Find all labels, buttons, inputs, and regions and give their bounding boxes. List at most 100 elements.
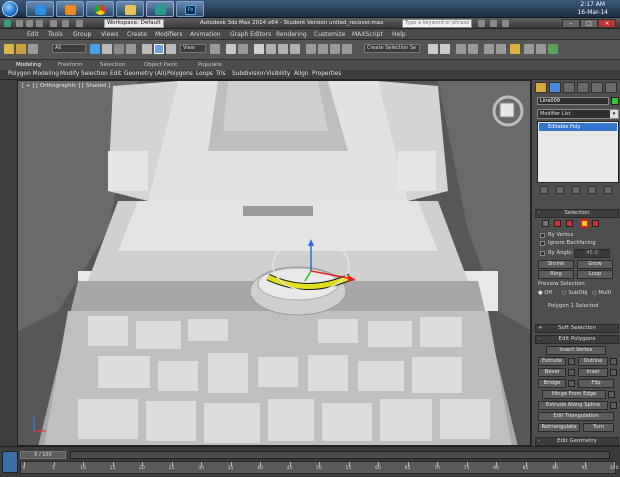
reference-coord-dropdown[interactable]: View: [180, 44, 206, 53]
menu-rendering[interactable]: Rendering: [276, 31, 307, 38]
tab-modeling[interactable]: Modeling: [16, 62, 41, 68]
pin-stack-icon[interactable]: [540, 186, 548, 194]
orthographic-viewport[interactable]: [ + ] [ Orthographic ] [ Shaded ]: [17, 80, 531, 446]
align-tool-icon[interactable]: [440, 44, 450, 54]
soft-selection-rollout-header[interactable]: + Soft Selection: [535, 324, 619, 333]
modifier-stack[interactable]: Editable Poly: [537, 121, 619, 183]
new-icon[interactable]: [16, 20, 23, 27]
tab-populate[interactable]: Populate: [198, 62, 222, 68]
align-icon[interactable]: [330, 44, 340, 54]
turn-button[interactable]: Turn: [583, 423, 614, 432]
taskbar-app-photoshop[interactable]: Ps: [176, 1, 204, 17]
by-angle-checkbox[interactable]: [540, 251, 545, 256]
menu-edit[interactable]: Edit: [27, 31, 39, 38]
preview-multi-radio[interactable]: ○ Multi: [592, 290, 611, 296]
ring-button[interactable]: Ring: [538, 270, 574, 279]
hinge-settings-icon[interactable]: [608, 391, 615, 398]
select-manipulate-icon[interactable]: [226, 44, 236, 54]
modifier-list-dropdown[interactable]: Modifier List ▾: [537, 109, 619, 119]
binoculars-icon[interactable]: [478, 20, 485, 27]
tab-freeform[interactable]: Freeform: [58, 62, 83, 68]
configure-sets-icon[interactable]: [604, 186, 612, 194]
bridge-button[interactable]: Bridge: [538, 379, 566, 388]
menu-help[interactable]: Help: [392, 31, 406, 38]
mirror-tool-icon[interactable]: [428, 44, 438, 54]
render-production-icon[interactable]: [548, 44, 558, 54]
help-icon[interactable]: [502, 20, 509, 27]
tab-selection[interactable]: Selection: [100, 62, 125, 68]
menu-group[interactable]: Group: [73, 31, 91, 38]
element-mode-icon[interactable]: [592, 220, 599, 227]
workspace-dropdown[interactable]: Workspace: Default: [104, 19, 164, 28]
edit-polygons-rollout-header[interactable]: - Edit Polygons: [535, 335, 619, 344]
taskbar-app-3dsmax[interactable]: [146, 1, 174, 17]
select-scale-icon[interactable]: [166, 44, 176, 54]
menu-maxscript[interactable]: MAXScript: [352, 31, 383, 38]
taskbar-app-explorer[interactable]: [116, 1, 144, 17]
selection-filter-dropdown[interactable]: All: [52, 44, 86, 53]
maximize-button[interactable]: □: [580, 19, 598, 28]
motion-tab-icon[interactable]: [577, 82, 589, 93]
taskbar-app-ie[interactable]: [26, 1, 54, 17]
layer-explorer-icon[interactable]: [468, 44, 478, 54]
ribbon-properties[interactable]: Properties: [312, 71, 341, 77]
extrude-spline-settings-icon[interactable]: [610, 402, 617, 409]
ribbon-polygon-modeling[interactable]: Polygon Modeling: [8, 71, 59, 77]
loop-button[interactable]: Loop: [577, 270, 613, 279]
percent-snap-icon[interactable]: [278, 44, 288, 54]
ribbon-edit[interactable]: Edit: [110, 71, 121, 77]
flip-button[interactable]: Flip: [578, 379, 614, 388]
menu-modifiers[interactable]: Modifiers: [155, 31, 182, 38]
viewport-label[interactable]: [ + ] [ Orthographic ] [ Shaded ]: [22, 83, 110, 89]
preview-off-radio[interactable]: ● Off: [538, 290, 552, 296]
hierarchy-tab-icon[interactable]: [563, 82, 575, 93]
edit-triangulation-button[interactable]: Edit Triangulation: [538, 412, 614, 421]
ignore-backfacing-checkbox[interactable]: [540, 241, 545, 246]
time-slider[interactable]: 0 / 100: [20, 451, 66, 459]
extrude-button[interactable]: Extrude: [538, 357, 566, 366]
bevel-settings-icon[interactable]: [568, 369, 575, 376]
system-clock[interactable]: 2:17 AM 16-Mar-14: [577, 1, 608, 17]
edge-mode-icon[interactable]: [554, 220, 561, 227]
select-rotate-icon[interactable]: [154, 44, 164, 54]
grow-button[interactable]: Grow: [577, 260, 613, 269]
named-selection-set-dropdown[interactable]: Create Selection Se: [364, 44, 420, 53]
outline-settings-icon[interactable]: [610, 358, 617, 365]
project-folder-icon[interactable]: [76, 20, 83, 27]
save-icon[interactable]: [36, 20, 43, 27]
select-object-icon[interactable]: [90, 44, 100, 54]
select-by-name-icon[interactable]: [102, 44, 112, 54]
timeline-ruler[interactable]: 0 5 10 15 20 25 30 35 40 45 50 55 60 65 70 75 80 85 90 95 10…: [20, 461, 618, 474]
schematic-view-icon[interactable]: [496, 44, 506, 54]
selection-rollout-header[interactable]: - Selection: [535, 209, 619, 218]
retriangulate-button[interactable]: Retriangulate: [538, 423, 580, 432]
ribbon-visibility[interactable]: Visibility: [266, 71, 290, 77]
vertex-mode-icon[interactable]: [542, 220, 549, 227]
ribbon-subdivision[interactable]: Subdivision: [232, 71, 265, 77]
open-icon[interactable]: [26, 20, 33, 27]
create-tab-icon[interactable]: [535, 82, 547, 93]
render-setup-icon[interactable]: [524, 44, 534, 54]
selection-region-icon[interactable]: [114, 44, 124, 54]
make-unique-icon[interactable]: [572, 186, 580, 194]
menu-customize[interactable]: Customize: [314, 31, 346, 38]
shrink-button[interactable]: Shrink: [538, 260, 574, 269]
object-color-swatch[interactable]: [611, 97, 619, 105]
mirror-icon[interactable]: [318, 44, 328, 54]
extrude-settings-icon[interactable]: [568, 358, 575, 365]
menu-tools[interactable]: Tools: [48, 31, 63, 38]
scene-explorer-icon[interactable]: [456, 44, 466, 54]
ribbon-geometry-all[interactable]: Geometry (All): [124, 71, 166, 77]
hinge-from-edge-button[interactable]: Hinge From Edge: [542, 390, 606, 399]
outline-button[interactable]: Outline: [578, 357, 608, 366]
ribbon-modify-selection[interactable]: Modify Selection: [60, 71, 108, 77]
show-end-result-icon[interactable]: [556, 186, 564, 194]
redo-icon[interactable]: [62, 20, 69, 27]
window-crossing-icon[interactable]: [126, 44, 136, 54]
tab-object-paint[interactable]: Object Paint: [144, 62, 177, 68]
taskbar-app-chrome[interactable]: [86, 1, 114, 17]
bind-spacewarp-icon[interactable]: [28, 44, 38, 54]
curve-editor-icon[interactable]: [484, 44, 494, 54]
ribbon-tris[interactable]: Tris: [216, 71, 226, 77]
app-menu-icon[interactable]: [4, 20, 11, 27]
